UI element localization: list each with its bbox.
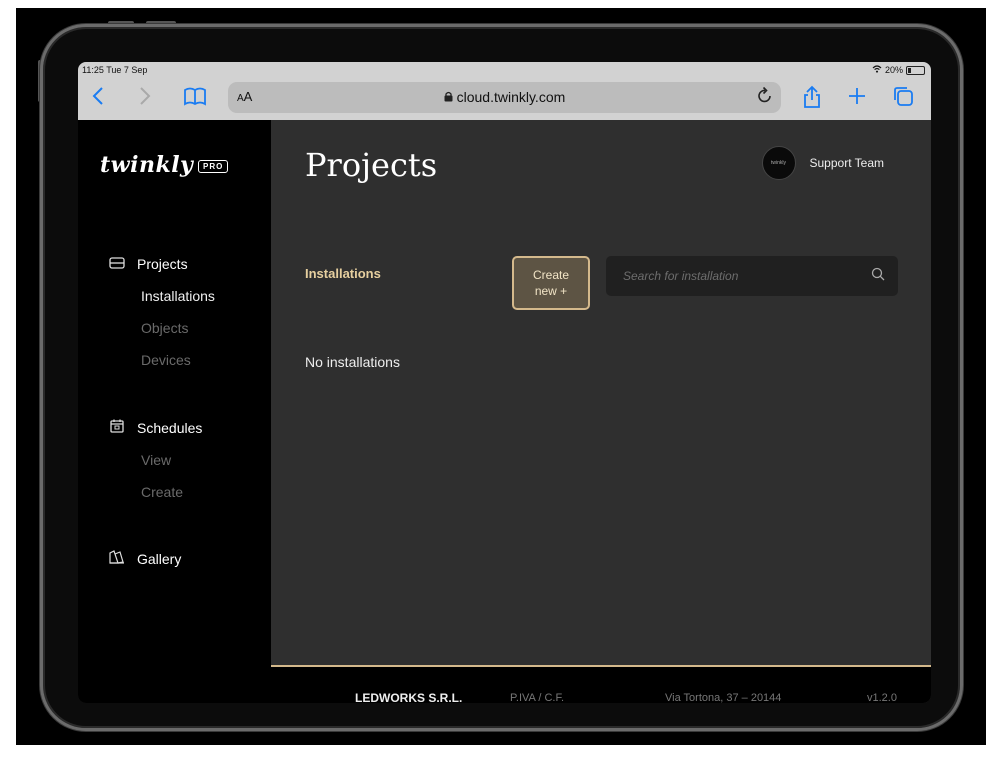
nav-group-schedules: Schedules View Create bbox=[108, 419, 202, 500]
avatar: twinkly bbox=[761, 146, 796, 180]
sidebar-item-installations[interactable]: Installations bbox=[141, 288, 215, 304]
search-icon[interactable] bbox=[871, 267, 885, 286]
logo-wordmark: twinkly bbox=[100, 152, 194, 178]
page-title: Projects bbox=[305, 146, 438, 184]
lock-icon bbox=[444, 89, 457, 105]
swatches-icon bbox=[108, 550, 126, 567]
user-menu[interactable]: twinkly Support Team bbox=[761, 146, 885, 180]
back-icon[interactable] bbox=[91, 85, 105, 113]
create-new-button[interactable]: Create new + bbox=[512, 256, 590, 310]
section-title: Installations bbox=[305, 266, 381, 281]
new-tab-icon[interactable] bbox=[848, 85, 866, 113]
drive-icon bbox=[108, 256, 126, 272]
sidebar-item-label: Projects bbox=[137, 256, 188, 272]
status-bar: 11:25 Tue 7 Sep 20% bbox=[78, 62, 931, 79]
url-field[interactable]: cloud.twinkly.com bbox=[228, 89, 781, 105]
battery-percent: 20% bbox=[884, 65, 903, 75]
tablet-screen: 11:25 Tue 7 Sep 20% AA cloud.twinkly.com bbox=[78, 62, 931, 703]
sidebar-item-view[interactable]: View bbox=[141, 452, 202, 468]
sidebar-item-create[interactable]: Create bbox=[141, 484, 202, 500]
nav-group-projects: Projects Installations Objects Devices bbox=[108, 256, 215, 368]
search-box[interactable] bbox=[606, 256, 898, 296]
url-text: cloud.twinkly.com bbox=[456, 89, 566, 105]
share-icon[interactable] bbox=[802, 85, 822, 115]
status-time: 11:25 Tue 7 Sep bbox=[82, 65, 148, 75]
main-content: Projects twinkly Support Team Installati… bbox=[271, 120, 931, 703]
battery-icon bbox=[906, 65, 925, 75]
sidebar: twinkly PRO Projects Installations Objec… bbox=[78, 120, 271, 703]
sidebar-item-gallery[interactable]: Gallery bbox=[108, 550, 181, 567]
address-bar[interactable]: AA cloud.twinkly.com bbox=[228, 82, 781, 113]
sidebar-item-objects[interactable]: Objects bbox=[141, 320, 215, 336]
footer: LEDWORKS S.R.L. P.IVA / C.F. Via Tortona… bbox=[271, 665, 931, 703]
sidebar-item-schedules[interactable]: Schedules bbox=[108, 419, 202, 436]
search-input[interactable] bbox=[606, 256, 873, 296]
footer-company: LEDWORKS S.R.L. bbox=[355, 691, 463, 703]
forward-icon[interactable] bbox=[138, 85, 152, 113]
bookmarks-icon[interactable] bbox=[183, 85, 207, 113]
browser-toolbar: AA cloud.twinkly.com bbox=[78, 79, 931, 120]
logo-pro-badge: PRO bbox=[198, 160, 229, 173]
footer-address: Via Tortona, 37 – 20144 bbox=[665, 692, 782, 703]
wifi-icon bbox=[872, 65, 882, 75]
create-button-label-line1: Create bbox=[532, 268, 570, 282]
footer-version: v1.2.0 bbox=[867, 692, 897, 703]
create-button-label-line2: new + bbox=[534, 284, 568, 298]
calendar-icon bbox=[108, 419, 126, 436]
nav-group-gallery: Gallery bbox=[108, 550, 181, 567]
status-indicators: 20% bbox=[872, 65, 925, 75]
empty-state-text: No installations bbox=[305, 354, 400, 370]
tabs-overview-icon[interactable] bbox=[892, 85, 914, 113]
sidebar-item-label: Gallery bbox=[137, 550, 182, 567]
sidebar-item-label: Schedules bbox=[137, 419, 203, 436]
twinkly-pro-logo[interactable]: twinkly PRO bbox=[100, 152, 229, 178]
sidebar-item-devices[interactable]: Devices bbox=[141, 352, 215, 368]
footer-vat: P.IVA / C.F. bbox=[510, 692, 565, 703]
sidebar-item-projects[interactable]: Projects bbox=[108, 256, 215, 272]
reload-icon[interactable] bbox=[757, 86, 773, 109]
user-name: Support Team bbox=[809, 156, 885, 170]
